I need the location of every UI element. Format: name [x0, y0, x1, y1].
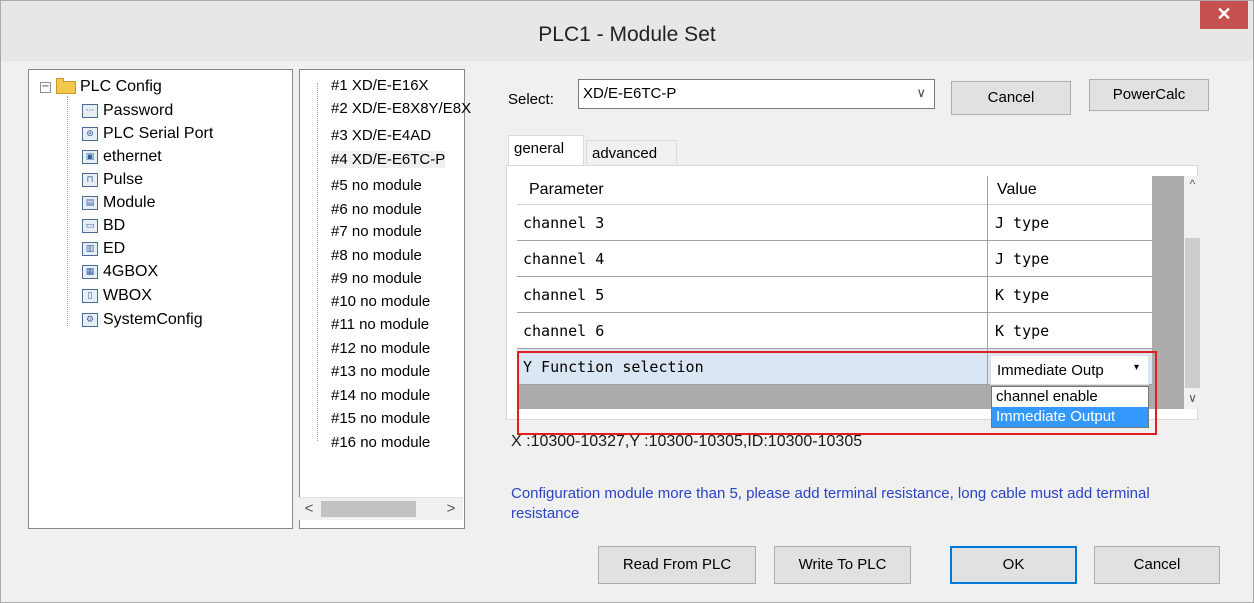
ok-button[interactable]: OK [950, 546, 1077, 584]
powercalc-button[interactable]: PowerCalc [1089, 79, 1209, 111]
tree-item-label: ethernet [103, 148, 162, 165]
tree-item-label: Pulse [103, 171, 144, 188]
column-header-parameter[interactable]: Parameter [529, 181, 604, 199]
tree-item-label: PLC Serial Port [103, 125, 214, 142]
module-select[interactable]: XD/E-E6TC-P ∨ [578, 79, 935, 109]
parameter-cell: channel 5 [523, 286, 605, 304]
tree-item-password[interactable]: ··· Password [82, 100, 173, 122]
table-row[interactable]: channel 4 J type [517, 241, 1152, 277]
tab-advanced[interactable]: advanced [586, 140, 677, 164]
close-button[interactable]: ✕ [1200, 1, 1248, 29]
module-icon: ▤ [82, 196, 98, 210]
window-title: PLC1 - Module Set [538, 23, 716, 46]
parameter-cell: channel 4 [523, 250, 605, 268]
scroll-thumb[interactable] [321, 501, 416, 517]
parameter-cell: channel 6 [523, 322, 605, 340]
address-info: X :10300-10327,Y :10300-10305,ID:10300-1… [511, 433, 863, 450]
tree-item-module[interactable]: ▤ Module [82, 192, 155, 214]
list-item[interactable]: #12 no module [331, 340, 430, 357]
tree-item-label: 4GBOX [103, 263, 159, 280]
vertical-scrollbar[interactable]: ^ ∨ [1184, 176, 1201, 409]
scroll-left-icon[interactable]: < [299, 498, 319, 520]
list-item[interactable]: #9 no module [331, 270, 422, 287]
warning-message: Configuration module more than 5, please… [511, 485, 1150, 522]
list-item[interactable]: #2 XD/E-E8X8Y/E8X [331, 100, 471, 117]
table-row[interactable]: channel 3 J type [517, 205, 1152, 241]
list-item[interactable]: #5 no module [331, 177, 422, 194]
scroll-right-icon[interactable]: > [441, 498, 461, 520]
grid-header: Parameter Value [517, 176, 1152, 205]
list-item[interactable]: #13 no module [331, 363, 430, 380]
chevron-down-icon: ∨ [916, 85, 926, 100]
tree-item-label: WBOX [103, 287, 152, 304]
list-item[interactable]: #11 no module [331, 316, 429, 333]
list-item[interactable]: #14 no module [331, 387, 430, 404]
value-cell[interactable]: K type [995, 322, 1049, 340]
pulse-icon: ⊓ [82, 173, 98, 187]
table-row[interactable]: channel 6 K type [517, 313, 1152, 349]
title-bar: PLC1 - Module Set ✕ [1, 1, 1253, 61]
list-item[interactable]: #1 XD/E-E16X [331, 77, 429, 94]
tree-item-label: Module [103, 194, 156, 211]
4gbox-icon: ▦ [82, 265, 98, 279]
tree-item-ethernet[interactable]: ▣ ethernet [82, 146, 162, 168]
tree-item-bd[interactable]: ▭ BD [82, 215, 125, 237]
value-cell[interactable]: J type [995, 214, 1049, 232]
bd-icon: ▭ [82, 219, 98, 233]
list-item[interactable]: #3 XD/E-E4AD [331, 127, 431, 144]
tree-item-label: Password [103, 102, 174, 119]
wbox-icon: ▯ [82, 289, 98, 303]
tree-connector [67, 96, 68, 326]
list-item[interactable]: #15 no module [331, 410, 430, 427]
write-to-plc-button[interactable]: Write To PLC [774, 546, 911, 584]
horizontal-scrollbar[interactable]: < > [299, 497, 463, 520]
tree-item-label: ED [103, 240, 126, 257]
table-row[interactable]: channel 5 K type [517, 277, 1152, 313]
column-header-value[interactable]: Value [997, 181, 1037, 199]
read-from-plc-button[interactable]: Read From PLC [598, 546, 756, 584]
tree-item-pulse[interactable]: ⊓ Pulse [82, 169, 143, 191]
tree-item-serial-port[interactable]: ⊛ PLC Serial Port [82, 123, 213, 145]
value-cell[interactable]: J type [995, 250, 1049, 268]
cancel-top-button[interactable]: Cancel [951, 81, 1071, 115]
folder-icon [56, 77, 76, 94]
list-item[interactable]: #7 no module [331, 223, 422, 240]
ethernet-icon: ▣ [82, 150, 98, 164]
highlight-box [517, 351, 1157, 435]
module-set-dialog: PLC1 - Module Set ✕ − PLC Config ··· Pass… [0, 0, 1254, 603]
select-label: Select: [508, 91, 554, 108]
tree-item-label: SystemConfig [103, 311, 203, 328]
tab-general[interactable]: general [508, 135, 584, 165]
tree-root-plc-config[interactable]: − PLC Config [40, 77, 162, 97]
list-item[interactable]: #16 no module [331, 434, 430, 451]
value-cell[interactable]: K type [995, 286, 1049, 304]
scroll-up-icon[interactable]: ^ [1184, 176, 1201, 193]
serial-port-icon: ⊛ [82, 127, 98, 141]
scroll-thumb[interactable] [1185, 238, 1200, 388]
cancel-button[interactable]: Cancel [1094, 546, 1220, 584]
parameter-cell: channel 3 [523, 214, 605, 232]
tree-item-wbox[interactable]: ▯ WBOX [82, 285, 152, 307]
list-item[interactable]: #8 no module [331, 247, 422, 264]
tree-root-label: PLC Config [80, 78, 162, 95]
tree-item-4gbox[interactable]: ▦ 4GBOX [82, 261, 158, 283]
tree-item-systemconfig[interactable]: ⚙ SystemConfig [82, 309, 203, 331]
password-icon: ··· [82, 104, 98, 118]
list-item[interactable]: #10 no module [331, 293, 430, 310]
module-select-value: XD/E-E6TC-P [583, 85, 677, 102]
list-item-selected[interactable]: #4 XD/E-E6TC-P [331, 151, 446, 168]
ed-icon: ▥ [82, 242, 98, 256]
module-list-connector [317, 83, 318, 441]
list-item[interactable]: #6 no module [331, 201, 422, 218]
gear-icon: ⚙ [82, 313, 98, 327]
tree-item-label: BD [103, 217, 126, 234]
tree-item-ed[interactable]: ▥ ED [82, 238, 125, 260]
scroll-down-icon[interactable]: ∨ [1184, 390, 1201, 407]
collapse-icon[interactable]: − [40, 81, 51, 93]
